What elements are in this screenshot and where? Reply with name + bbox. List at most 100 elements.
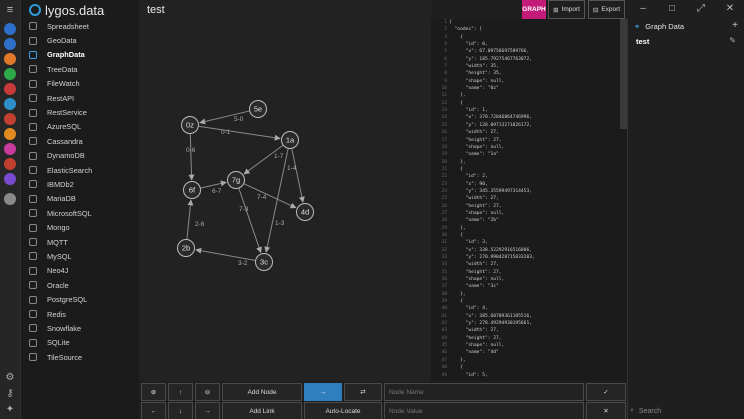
fullscreen-icon[interactable]: ⤢	[694, 3, 708, 14]
node-value-input[interactable]: Node Value	[384, 402, 584, 419]
nav-list: Spreadsheet GeoData GraphData TreeData FileW…	[21, 19, 139, 364]
graph-svg[interactable]: 5-00-1 0-6 1-71-4 1-3 6-7 7-4 7-3 2-6 3-2 0z 1a 2b…	[139, 0, 431, 381]
nav-item-microsoftsql[interactable]: MicrosoftSQL	[21, 206, 139, 220]
import-button[interactable]: ⊞ Import	[548, 0, 585, 19]
app-icon-6[interactable]	[4, 98, 16, 110]
right-button[interactable]: →	[195, 402, 220, 419]
zoom-in-button[interactable]: ⊕	[141, 383, 166, 401]
nav-item-filewatch[interactable]: FileWatch	[21, 77, 139, 91]
nav-item-spreadsheet[interactable]: Spreadsheet	[21, 19, 139, 33]
graph-edge[interactable]	[198, 125, 281, 141]
nav-item-treedata[interactable]: TreeData	[21, 62, 139, 76]
left-button[interactable]: ←	[141, 402, 166, 419]
graph-edge[interactable]	[186, 199, 194, 240]
search-box[interactable]: ⌕ Search	[630, 404, 742, 418]
editor-scrollbar[interactable]	[620, 19, 627, 129]
edge-label: 7-4	[257, 194, 267, 201]
graph-edge[interactable]	[188, 133, 195, 181]
line-number: 29	[441, 225, 447, 231]
nav-item-snowflake[interactable]: Snowflake	[21, 321, 139, 335]
app-icon-11[interactable]	[4, 173, 16, 185]
app-icon-2[interactable]	[4, 38, 16, 50]
app-icon-9[interactable]	[4, 143, 16, 155]
nav-item-neo4j[interactable]: Neo4J	[21, 264, 139, 278]
nav-item-label: MQTT	[47, 237, 68, 247]
graph-edge[interactable]	[243, 183, 297, 209]
down-button[interactable]: ↓	[168, 402, 193, 419]
line-number: 23	[441, 181, 447, 187]
close-icon[interactable]: ✕	[723, 3, 737, 14]
maximize-icon[interactable]: □	[665, 3, 679, 14]
mariadb-icon	[29, 194, 37, 203]
nav-item-postgresql[interactable]: PostgreSQL	[21, 292, 139, 306]
nav-item-restservice[interactable]: RestService	[21, 105, 139, 119]
nav-item-label: PostgreSQL	[47, 295, 88, 305]
nav-item-oracle[interactable]: Oracle	[21, 278, 139, 292]
graph-edge[interactable]	[291, 148, 305, 203]
settings-icon[interactable]: ⚙	[4, 372, 16, 384]
line-number: 22	[441, 174, 447, 180]
code-line: "shape": null,	[449, 78, 505, 84]
nav-item-sqlite[interactable]: SQLite	[21, 336, 139, 350]
node-label: 3c	[260, 258, 268, 267]
bidirectional-link-button[interactable]: ⇄	[344, 383, 382, 401]
nav-item-geodata[interactable]: GeoData	[21, 33, 139, 47]
app-icon-1[interactable]	[4, 23, 16, 35]
graph-edge[interactable]	[195, 247, 256, 261]
grid-icon	[29, 22, 37, 31]
graph-canvas[interactable]: test 5-0 0-1 0-6 1-7 1-4 1-3 6-7 7-4 7-3 2-6 3-2 0…	[139, 0, 431, 381]
nav-item-azuresql[interactable]: AzureSQL	[21, 120, 139, 134]
add-node-button[interactable]: Add Node	[222, 383, 302, 401]
app-icon-3[interactable]	[4, 53, 16, 65]
line-number: 6	[444, 56, 447, 62]
line-number: 35	[441, 269, 447, 275]
nav-item-ibmdb2[interactable]: IBMDb2	[21, 177, 139, 191]
app-icon-10[interactable]	[4, 158, 16, 170]
graph-entry[interactable]: test	[636, 37, 649, 46]
minimize-icon[interactable]: –	[636, 3, 650, 14]
cassandra-icon	[29, 137, 37, 146]
node-name-input[interactable]: Node Name	[384, 383, 584, 401]
graph-edge[interactable]	[264, 148, 289, 253]
gear-icon[interactable]: ✦	[4, 404, 16, 416]
app-icon-12[interactable]	[4, 193, 16, 205]
code-line: "height": 35,	[449, 71, 502, 77]
add-link-button[interactable]: Add Link	[222, 402, 302, 419]
graph-view-button[interactable]: GRAPH	[522, 0, 546, 19]
menu-icon[interactable]: ≡	[4, 5, 16, 16]
check-icon: ✓	[603, 389, 609, 396]
app-icon-7[interactable]	[4, 113, 16, 125]
zoom-out-button[interactable]: ⊖	[195, 383, 220, 401]
nav-item-label: DynamoDB	[47, 151, 85, 161]
cancel-button[interactable]: ✕	[586, 402, 626, 419]
edit-icon[interactable]: ✎	[729, 36, 736, 45]
key-icon[interactable]: ⚷	[4, 388, 16, 400]
auto-locate-label: Auto-Locate	[325, 407, 361, 415]
add-graph-icon[interactable]: +	[732, 20, 738, 31]
app-icon-8[interactable]	[4, 128, 16, 140]
nav-item-mariadb[interactable]: MariaDB	[21, 192, 139, 206]
nav-item-cassandra[interactable]: Cassandra	[21, 134, 139, 148]
up-button[interactable]: ↑	[168, 383, 193, 401]
auto-locate-button[interactable]: Auto-Locate	[304, 402, 382, 419]
line-number: 8	[444, 71, 447, 77]
nav-item-mongo[interactable]: Mongo	[21, 220, 139, 234]
nav-item-restapi[interactable]: RestAPI	[21, 91, 139, 105]
app-icon-4[interactable]	[4, 68, 16, 80]
nav-item-elasticsearch[interactable]: ElasticSearch	[21, 163, 139, 177]
nav-item-dynamodb[interactable]: DynamoDB	[21, 149, 139, 163]
nav-item-mysql[interactable]: MySQL	[21, 249, 139, 263]
panel-header: ⚭ Graph Data	[634, 22, 684, 31]
confirm-button[interactable]: ✓	[586, 383, 626, 401]
arrow-down-icon: ↓	[178, 407, 183, 415]
icon-rail: ≡ ⚙ ⚷ ✦	[0, 0, 21, 419]
export-button[interactable]: ⊟ Export	[588, 0, 625, 19]
json-editor[interactable]: 1 2 3 4 5 6 7 8 9 10 11 12 13 14 15 16 17 18 19 20 21 22 23 24 2…	[431, 19, 627, 381]
nav-item-tilesource[interactable]: TileSource	[21, 350, 139, 364]
nav-item-graphdata[interactable]: GraphData	[21, 48, 139, 62]
nav-item-mqtt[interactable]: MQTT	[21, 235, 139, 249]
edge-label: 1-3	[275, 220, 285, 227]
nav-item-redis[interactable]: Redis	[21, 307, 139, 321]
app-icon-5[interactable]	[4, 83, 16, 95]
directed-link-button[interactable]: →	[304, 383, 342, 401]
